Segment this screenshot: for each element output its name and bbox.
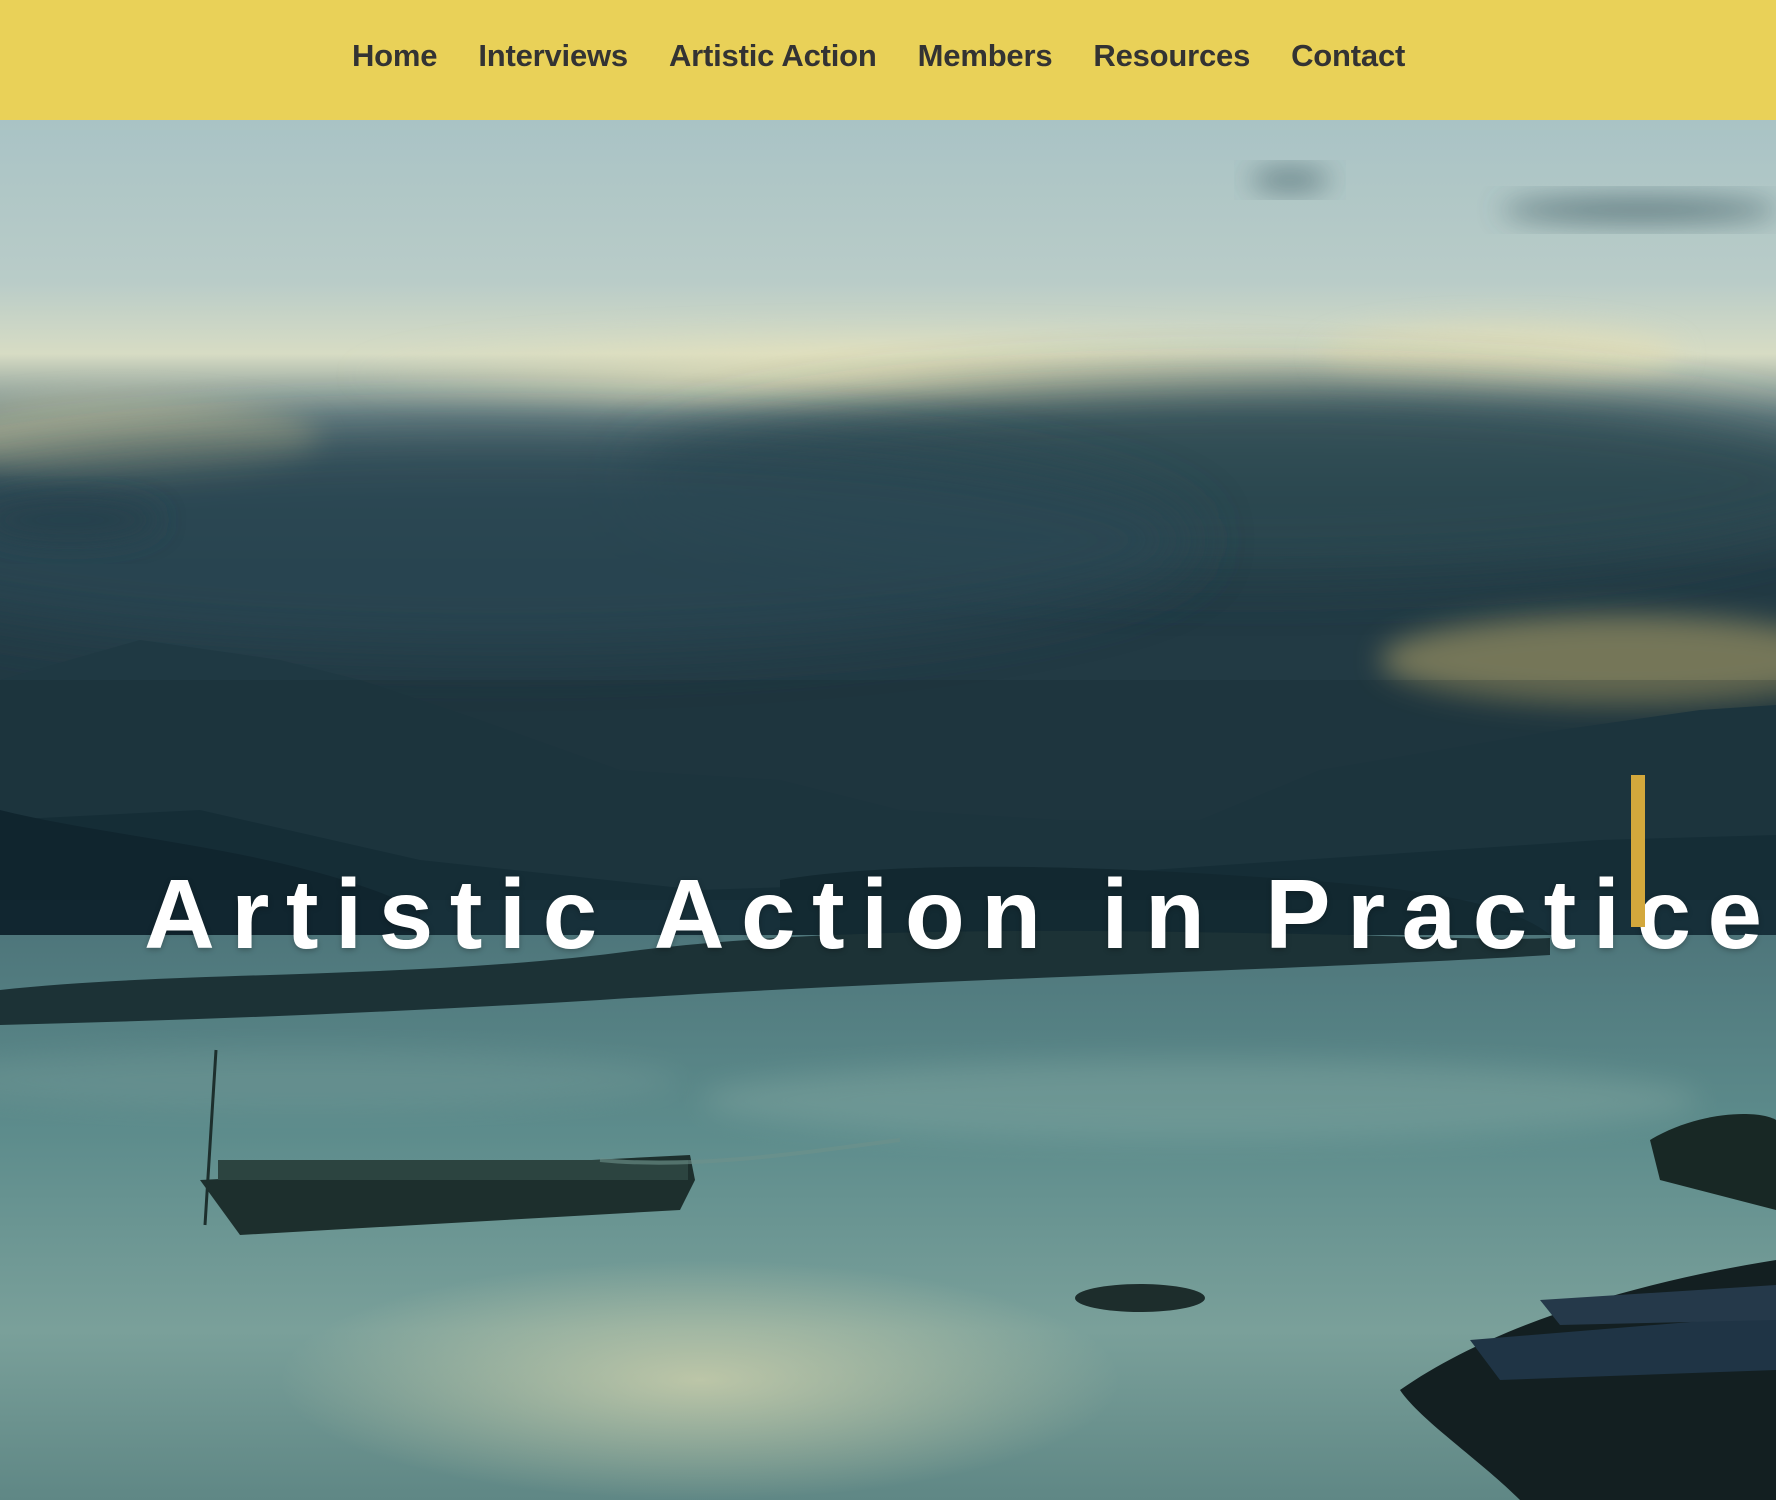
hero-title: Artistic Action in Practice bbox=[144, 858, 1776, 969]
nav-item-members[interactable]: Members bbox=[918, 38, 1053, 74]
nav-item-resources[interactable]: Resources bbox=[1093, 38, 1250, 74]
page: Home Interviews Artistic Action Members … bbox=[0, 0, 1776, 1500]
nav-item-contact[interactable]: Contact bbox=[1291, 38, 1405, 74]
main-nav: Home Interviews Artistic Action Members … bbox=[352, 0, 1405, 112]
hero-background-image bbox=[0, 120, 1776, 1500]
hero-section: Artistic Action in Practice bbox=[0, 120, 1776, 1500]
nav-item-artistic-action[interactable]: Artistic Action bbox=[669, 38, 877, 74]
title-accent-bar bbox=[1631, 775, 1645, 927]
top-navbar: Home Interviews Artistic Action Members … bbox=[0, 0, 1776, 120]
nav-item-interviews[interactable]: Interviews bbox=[478, 38, 628, 74]
nav-item-home[interactable]: Home bbox=[352, 38, 438, 74]
